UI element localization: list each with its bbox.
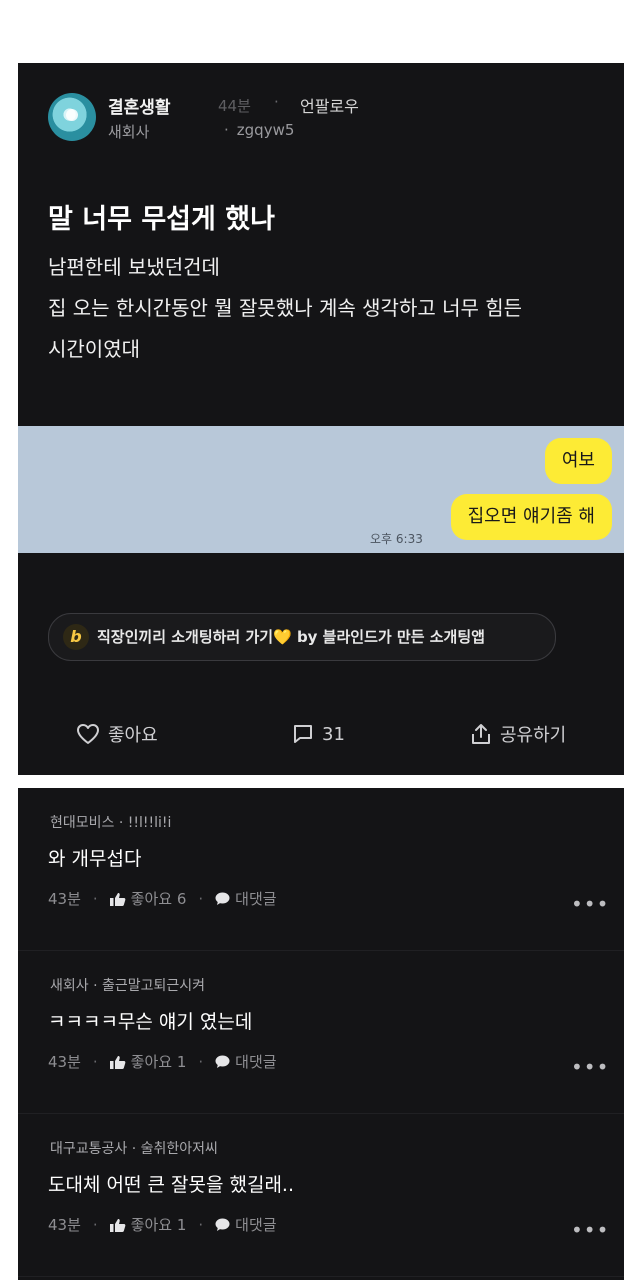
separator-dot: ·	[274, 93, 279, 111]
comment-item: 새회사 · 출근말고퇴근시켜 ㅋㅋㅋㅋ무슨 얘기 였는데 43분 · 좋아요 1…	[18, 951, 624, 1114]
unfollow-button[interactable]: 언팔로우	[300, 93, 359, 117]
comment-footer: 43분 · 좋아요 1 · 대댓글	[48, 1214, 277, 1235]
separator-dot: ·	[198, 889, 204, 908]
heart-outline-icon	[76, 723, 100, 745]
comment-item: 현대모비스 · !!l!!li!i 와 개무섭다 43분 · 좋아요 6 · 대…	[18, 788, 624, 951]
separator-dot: ·	[93, 978, 102, 994]
comment-time: 43분	[48, 1216, 81, 1234]
thumbs-up-icon	[109, 1055, 126, 1069]
separator-dot: ·	[92, 1052, 98, 1071]
thumbs-up-icon	[109, 892, 126, 906]
comment-footer: 43분 · 좋아요 6 · 대댓글	[48, 888, 277, 909]
speech-bubble-icon	[292, 723, 314, 745]
reply-button[interactable]: 대댓글	[215, 1214, 277, 1235]
reply-button[interactable]: 대댓글	[215, 888, 277, 909]
chat-screenshot-image[interactable]: 여보 집오면 얘기좀 해 오후 6:33	[18, 426, 624, 553]
comment-time: 43분	[48, 1053, 81, 1071]
comment-like-button[interactable]: 좋아요 1	[109, 1214, 187, 1235]
share-button[interactable]: 공유하기	[470, 719, 566, 749]
comment-like-button[interactable]: 좋아요 6	[109, 888, 187, 909]
post-title: 말 너무 무섭게 했나	[48, 204, 275, 235]
separator-dot: ·	[224, 121, 229, 139]
chat-bubble-icon	[215, 892, 230, 905]
chat-bubble-icon	[215, 1055, 230, 1068]
comment-like-count: 좋아요 1	[130, 1216, 187, 1234]
comment-meta: 대구교통공사 · 술취한아저씨	[50, 1138, 218, 1158]
comment-user[interactable]: !!l!!li!i	[128, 815, 172, 831]
comment-meta: 새회사 · 출근말고퇴근시켜	[50, 975, 205, 995]
author-avatar[interactable]	[48, 93, 96, 141]
like-button[interactable]: 좋아요	[76, 719, 158, 749]
more-dots-icon[interactable]: •••	[571, 1055, 609, 1079]
comment-count: 31	[322, 723, 345, 745]
author-id: · zgqyw5	[216, 121, 294, 139]
post-time: 44분	[218, 97, 251, 115]
chat-bubble-icon	[215, 1218, 230, 1231]
post-body-line: 시간이였대	[48, 337, 140, 361]
comment-like-count: 좋아요 1	[130, 1053, 187, 1071]
reply-label: 대댓글	[235, 890, 277, 908]
comment-company[interactable]: 새회사	[50, 978, 89, 994]
ad-text: 직장인끼리 소개팅하러 가기💛 by 블라인드가 만든 소개팅앱	[97, 628, 485, 646]
comment-user[interactable]: 출근말고퇴근시켜	[102, 978, 205, 994]
post-card: 결혼생활 44분 · 언팔로우 새회사 · zgqyw5 말 너무 무섭게 했나 …	[18, 63, 624, 775]
post-body-line: 집 오는 한시간동안 뭘 잘못했나 계속 생각하고 너무 힘든	[48, 296, 523, 320]
chat-bubble: 집오면 얘기좀 해	[450, 494, 612, 540]
like-label: 좋아요	[108, 725, 158, 746]
reply-button[interactable]: 대댓글	[215, 1051, 277, 1072]
chat-time: 오후 6:33	[370, 532, 423, 546]
comment-company[interactable]: 대구교통공사	[50, 1141, 127, 1157]
thumbs-up-icon	[109, 1218, 126, 1232]
separator-dot: ·	[198, 1215, 204, 1234]
more-dots-icon[interactable]: •••	[571, 892, 609, 916]
post-body-line: 남편한테 보냈던건데	[48, 255, 220, 279]
comment-text: 도대체 어떤 큰 잘못을 했길래..	[48, 1174, 294, 1196]
separator-dot: ·	[118, 815, 128, 831]
share-label: 공유하기	[500, 725, 567, 746]
chat-bubble: 여보	[544, 438, 612, 484]
comment-time: 43분	[48, 890, 81, 908]
more-dots-icon[interactable]: •••	[571, 1218, 609, 1242]
reply-label: 대댓글	[235, 1216, 277, 1234]
comment-text: ㅋㅋㅋㅋ무슨 얘기 였는데	[48, 1011, 253, 1033]
comment-company[interactable]: 현대모비스	[50, 815, 114, 831]
comments-card: 현대모비스 · !!l!!li!i 와 개무섭다 43분 · 좋아요 6 · 대…	[18, 788, 624, 1280]
comment-user[interactable]: 술취한아저씨	[141, 1141, 218, 1157]
post-body: 남편한테 보냈던건데 집 오는 한시간동안 뭘 잘못했나 계속 생각하고 너무 …	[48, 247, 608, 370]
comment-like-button[interactable]: 좋아요 1	[109, 1051, 187, 1072]
reply-label: 대댓글	[235, 1053, 277, 1071]
ad-banner[interactable]: b 직장인끼리 소개팅하러 가기💛 by 블라인드가 만든 소개팅앱	[48, 613, 556, 661]
comment-button[interactable]: 31	[292, 719, 345, 749]
share-upload-icon	[470, 722, 492, 746]
comment-footer: 43분 · 좋아요 1 · 대댓글	[48, 1051, 277, 1072]
author-name[interactable]: 결혼생활	[108, 93, 171, 118]
author-id-text: zgqyw5	[236, 121, 295, 139]
separator-dot: ·	[92, 1215, 98, 1234]
comment-like-count: 좋아요 6	[130, 890, 187, 908]
separator-dot: ·	[198, 1052, 204, 1071]
comment-item: 대구교통공사 · 술취한아저씨 도대체 어떤 큰 잘못을 했길래.. 43분 ·…	[18, 1114, 624, 1277]
post-action-bar: 좋아요 31 공유하기	[18, 709, 624, 759]
author-company: 새회사	[108, 123, 150, 141]
comment-text: 와 개무섭다	[48, 848, 142, 870]
separator-dot: ·	[131, 1141, 141, 1157]
blind-logo-icon: b	[63, 624, 89, 650]
comment-meta: 현대모비스 · !!l!!li!i	[50, 812, 171, 832]
separator-dot: ·	[92, 889, 98, 908]
